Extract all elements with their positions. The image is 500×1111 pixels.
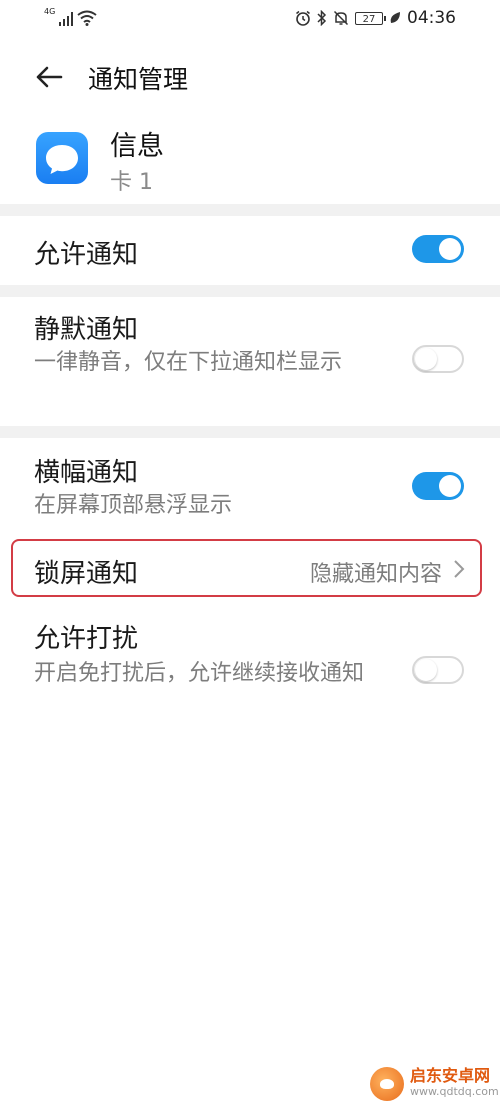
silent-notifications-toggle[interactable] (412, 345, 464, 373)
watermark-title: 启东安卓网 (410, 1066, 491, 1085)
toggle-knob (439, 238, 461, 260)
battery-icon: 27 (355, 11, 386, 25)
silent-notifications-label: 静默通知 (34, 315, 139, 345)
toggle-knob (415, 348, 437, 370)
network-type-label: 4G (44, 7, 56, 16)
section-divider (0, 426, 500, 438)
lock-screen-notifications-row[interactable]: 锁屏通知 隐藏通知内容 (0, 541, 500, 597)
allow-notifications-label: 允许通知 (34, 240, 139, 270)
message-bubble-icon (36, 132, 88, 184)
app-name: 信息 (110, 131, 164, 162)
allow-interruptions-toggle[interactable] (412, 656, 464, 684)
mute-icon (333, 10, 349, 26)
allow-notifications-row[interactable]: 允许通知 (0, 216, 500, 286)
watermark: 启东安卓网 www.qdtdq.com (370, 1064, 499, 1104)
alarm-icon (296, 10, 310, 26)
status-bar: 4G 27 04:36 (0, 0, 500, 38)
lock-screen-notifications-label: 锁屏通知 (34, 559, 139, 589)
battery-level: 27 (362, 13, 376, 25)
back-arrow-icon[interactable] (34, 62, 64, 92)
page-title: 通知管理 (88, 65, 189, 94)
app-sim-label: 卡 1 (110, 170, 153, 195)
silent-notifications-row[interactable]: 静默通知 一律静音，仅在下拉通知栏显示 (0, 297, 500, 425)
leaf-icon (390, 12, 400, 23)
toggle-knob (415, 659, 437, 681)
status-time: 04:36 (407, 8, 456, 28)
banner-notifications-toggle[interactable] (412, 472, 464, 500)
wifi-icon (77, 10, 97, 26)
allow-notifications-toggle[interactable] (412, 235, 464, 263)
section-divider (0, 204, 500, 216)
watermark-text: 启东安卓网 www.qdtdq.com (410, 1068, 499, 1100)
status-right: 27 04:36 (295, 8, 456, 28)
status-left: 4G (44, 8, 97, 26)
section-divider (0, 285, 500, 297)
banner-notifications-desc: 在屏幕顶部悬浮显示 (34, 493, 233, 518)
app-info: 信息 卡 1 (0, 118, 500, 202)
toggle-knob (439, 475, 461, 497)
silent-notifications-desc: 一律静音，仅在下拉通知栏显示 (34, 350, 343, 375)
allow-interruptions-row[interactable]: 允许打扰 开启免打扰后，允许继续接收通知 (0, 606, 500, 734)
lock-screen-notifications-value: 隐藏通知内容 (309, 562, 442, 587)
watermark-logo-icon (370, 1067, 404, 1101)
banner-notifications-row[interactable]: 横幅通知 在屏幕顶部悬浮显示 (0, 438, 500, 536)
banner-notifications-label: 横幅通知 (34, 458, 139, 488)
watermark-url: www.qdtdq.com (410, 1085, 499, 1098)
chevron-right-icon (454, 560, 465, 578)
allow-interruptions-desc: 开启免打扰后，允许继续接收通知 (34, 661, 365, 686)
signal-icon (59, 12, 74, 26)
bluetooth-icon (317, 10, 327, 26)
allow-interruptions-label: 允许打扰 (34, 624, 139, 654)
app-bar: 通知管理 (0, 50, 500, 106)
